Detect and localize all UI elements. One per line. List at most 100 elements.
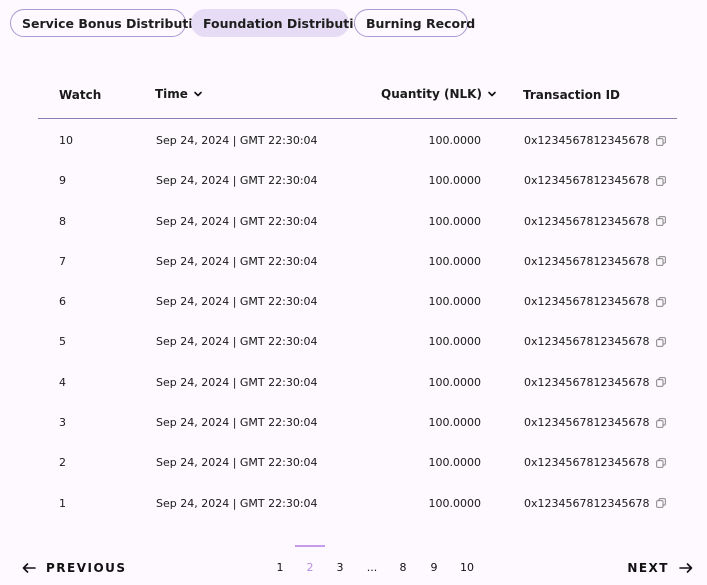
- cell-time: Sep 24, 2024 | GMT 22:30:04: [156, 335, 318, 349]
- copy-icon[interactable]: [655, 256, 666, 267]
- cell-watch: 1: [59, 496, 66, 510]
- cell-transaction-id: 0x1234567812345678: [524, 134, 666, 147]
- cell-transaction-id: 0x1234567812345678: [524, 295, 666, 308]
- cell-watch: 6: [59, 295, 66, 309]
- copy-icon[interactable]: [655, 417, 666, 428]
- cell-quantity: 100.0000: [428, 254, 482, 268]
- tab-bar: Service Bonus Distribution Foundation Di…: [10, 9, 475, 37]
- copy-icon[interactable]: [655, 216, 666, 226]
- cell-watch: 9: [59, 174, 66, 188]
- cell-quantity: 100.0000: [428, 375, 482, 389]
- header-time-label: Time: [155, 87, 188, 101]
- table-row: 5 Sep 24, 2024 | GMT 22:30:04 100.0000 0x12…: [38, 320, 677, 360]
- table-row: 3 Sep 24, 2024 | GMT 22:30:04 100.0000 0x12…: [38, 401, 677, 441]
- page-3-button[interactable]: 3: [330, 561, 350, 574]
- previous-label: PREVIOUS: [46, 561, 127, 575]
- cell-watch: 10: [59, 134, 73, 147]
- cell-quantity: 100.0000: [428, 295, 482, 309]
- arrow-left-icon: [22, 563, 36, 573]
- copy-icon[interactable]: [655, 296, 666, 307]
- table-row: 10 Sep 24, 2024 | GMT 22:30:04 100.0000 0x1…: [38, 119, 677, 159]
- table-header: Watch Time Quantity (NLK) Transaction ID: [38, 78, 677, 119]
- header-transaction-id-label: Transaction ID: [523, 88, 621, 102]
- arrow-right-icon: [679, 563, 693, 573]
- table-body: 10 Sep 24, 2024 | GMT 22:30:04 100.0000 0x1…: [38, 119, 677, 522]
- cell-time: Sep 24, 2024 | GMT 22:30:04: [156, 214, 318, 228]
- transaction-id-text: 0x1234567812345678: [524, 254, 650, 268]
- cell-time: Sep 24, 2024 | GMT 22:30:04: [156, 295, 318, 309]
- table-row: 1 Sep 24, 2024 | GMT 22:30:04 100.0000 0x12…: [38, 482, 677, 522]
- tab-foundation-distribution[interactable]: Foundation Distribution: [191, 9, 371, 37]
- header-quantity-label: Quantity (NLK): [381, 87, 482, 101]
- cell-time: Sep 24, 2024 | GMT 22:30:04: [156, 174, 318, 188]
- cell-watch: 5: [59, 335, 66, 349]
- table-row: 2 Sep 24, 2024 | GMT 22:30:04 100.0000 0x12…: [38, 441, 677, 481]
- cell-quantity: 100.0000: [428, 214, 482, 228]
- cell-transaction-id: 0x1234567812345678: [524, 335, 666, 348]
- cell-quantity: 100.0000: [428, 134, 482, 147]
- cell-watch: 2: [59, 456, 66, 470]
- cell-time: Sep 24, 2024 | GMT 22:30:04: [156, 456, 318, 470]
- cell-time: Sep 24, 2024 | GMT 22:30:04: [156, 496, 318, 510]
- tab-burning-record[interactable]: Burning Record: [354, 9, 475, 37]
- header-time[interactable]: Time: [155, 87, 203, 101]
- transaction-id-text: 0x1234567812345678: [524, 134, 650, 147]
- transaction-id-text: 0x1234567812345678: [524, 214, 650, 228]
- next-label: NEXT: [627, 561, 669, 575]
- page-8-button[interactable]: 8: [393, 561, 413, 574]
- cell-watch: 7: [59, 254, 66, 268]
- copy-icon[interactable]: [655, 135, 666, 146]
- page-10-button[interactable]: 10: [457, 561, 477, 574]
- cell-transaction-id: 0x1234567812345678: [524, 456, 666, 469]
- copy-icon[interactable]: [655, 498, 666, 508]
- cell-transaction-id: 0x1234567812345678: [524, 215, 666, 228]
- cell-time: Sep 24, 2024 | GMT 22:30:04: [156, 134, 318, 147]
- page-9-button[interactable]: 9: [424, 561, 444, 574]
- copy-icon[interactable]: [655, 377, 666, 388]
- tab-service-bonus-distribution[interactable]: Service Bonus Distribution: [10, 9, 210, 37]
- cell-quantity: 100.0000: [428, 335, 482, 349]
- transaction-id-text: 0x1234567812345678: [524, 295, 650, 309]
- cell-transaction-id: 0x1234567812345678: [524, 174, 666, 187]
- cell-transaction-id: 0x1234567812345678: [524, 376, 666, 389]
- cell-time: Sep 24, 2024 | GMT 22:30:04: [156, 416, 318, 430]
- cell-transaction-id: 0x1234567812345678: [524, 416, 666, 429]
- page-2-button[interactable]: 2: [300, 561, 320, 574]
- cell-quantity: 100.0000: [428, 456, 482, 470]
- copy-icon[interactable]: [655, 337, 666, 347]
- table-row: 8 Sep 24, 2024 | GMT 22:30:04 100.0000 0x12…: [38, 200, 677, 240]
- header-quantity[interactable]: Quantity (NLK): [381, 87, 497, 101]
- transaction-id-text: 0x1234567812345678: [524, 335, 650, 349]
- table-row: 9 Sep 24, 2024 | GMT 22:30:04 100.0000 0x12…: [38, 159, 677, 199]
- pagination: PREVIOUS 1 2 3 ... 8 9 10 NEXT: [0, 545, 707, 585]
- cell-transaction-id: 0x1234567812345678: [524, 497, 666, 510]
- cell-watch: 3: [59, 416, 66, 430]
- copy-icon[interactable]: [655, 176, 666, 186]
- page-1-button[interactable]: 1: [270, 561, 290, 574]
- next-button[interactable]: NEXT: [627, 561, 693, 575]
- header-watch: Watch: [59, 88, 101, 102]
- transaction-id-text: 0x1234567812345678: [524, 456, 650, 470]
- copy-icon[interactable]: [655, 458, 666, 468]
- cell-watch: 8: [59, 214, 66, 228]
- table-row: 6 Sep 24, 2024 | GMT 22:30:04 100.0000 0x12…: [38, 280, 677, 320]
- transactions-table: Watch Time Quantity (NLK) Transaction ID…: [38, 78, 677, 522]
- chevron-down-icon: [488, 91, 496, 97]
- transaction-id-text: 0x1234567812345678: [524, 416, 650, 430]
- chevron-down-icon: [194, 91, 202, 97]
- table-row: 7 Sep 24, 2024 | GMT 22:30:04 100.0000 0x12…: [38, 240, 677, 280]
- cell-watch: 4: [59, 375, 66, 389]
- cell-transaction-id: 0x1234567812345678: [524, 255, 666, 268]
- current-page-indicator: [295, 545, 325, 547]
- transaction-id-text: 0x1234567812345678: [524, 174, 650, 188]
- header-transaction-id: Transaction ID: [523, 88, 620, 102]
- previous-button[interactable]: PREVIOUS: [22, 561, 127, 575]
- cell-quantity: 100.0000: [428, 416, 482, 430]
- header-watch-label: Watch: [59, 88, 102, 102]
- transaction-id-text: 0x1234567812345678: [524, 496, 650, 510]
- transaction-id-text: 0x1234567812345678: [524, 375, 650, 389]
- table-row: 4 Sep 24, 2024 | GMT 22:30:04 100.0000 0x12…: [38, 361, 677, 401]
- cell-time: Sep 24, 2024 | GMT 22:30:04: [156, 254, 318, 268]
- cell-quantity: 100.0000: [428, 496, 482, 510]
- cell-quantity: 100.0000: [428, 174, 482, 188]
